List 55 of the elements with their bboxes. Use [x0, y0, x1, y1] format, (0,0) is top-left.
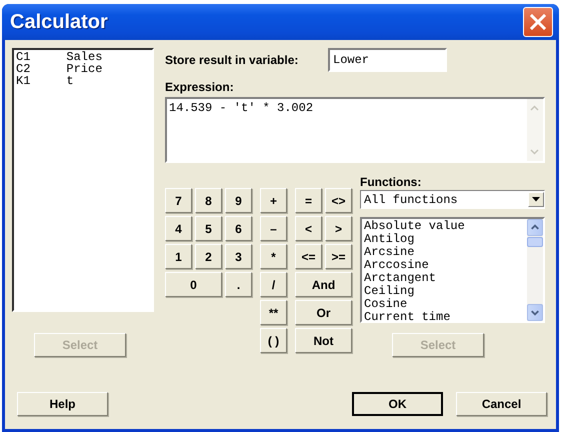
keypad-key[interactable]: 6: [225, 216, 252, 241]
keypad-key[interactable]: .: [225, 272, 252, 297]
scroll-up-button[interactable]: [527, 219, 543, 236]
keypad-key[interactable]: Not: [295, 328, 352, 353]
expression-label: Expression:: [165, 80, 235, 94]
functions-dropdown[interactable]: All functions: [360, 190, 545, 209]
keypad-key[interactable]: 0: [165, 272, 222, 297]
expression-field[interactable]: 14.539 - 't' * 3.002: [165, 97, 545, 163]
keypad-key[interactable]: /: [260, 272, 287, 297]
dialog-button[interactable]: Help: [17, 392, 108, 416]
functions-list[interactable]: Absolute value Antilog Arcsine Arccosine Arctangent Ceiling Cosine Current time: [360, 217, 545, 323]
keypad-key[interactable]: 1: [165, 244, 192, 269]
window-title: Calculator: [10, 10, 108, 34]
keypad-key[interactable]: <: [295, 216, 322, 241]
keypad-key[interactable]: 5: [195, 216, 222, 241]
keypad-key[interactable]: <=: [295, 244, 322, 269]
variable-list[interactable]: C1 Sales C2 Price K1 t: [12, 48, 154, 312]
store-result-label: Store result in variable:: [165, 53, 300, 67]
scroll-thumb[interactable]: [527, 237, 543, 247]
scroll-down-button[interactable]: [527, 304, 543, 321]
variable-item[interactable]: C1 Sales: [16, 51, 150, 63]
dialog-button[interactable]: Cancel: [456, 392, 547, 416]
functions-label: Functions:: [360, 175, 422, 189]
close-icon[interactable]: [523, 7, 553, 37]
store-variable-field[interactable]: Lower: [328, 48, 447, 72]
keypad-key[interactable]: >: [325, 216, 352, 241]
function-item[interactable]: Arcsine: [364, 246, 525, 259]
function-item[interactable]: Ceiling: [364, 285, 525, 298]
keypad-key[interactable]: 8: [195, 188, 222, 213]
keypad-key[interactable]: +: [260, 188, 287, 213]
scrollbar[interactable]: [527, 219, 543, 321]
function-item[interactable]: Arccosine: [364, 259, 525, 272]
keypad-key[interactable]: *: [260, 244, 287, 269]
keypad-key[interactable]: 9: [225, 188, 252, 213]
function-item[interactable]: Cosine: [364, 298, 525, 311]
keypad-key[interactable]: –: [260, 216, 287, 241]
keypad-key[interactable]: And: [295, 272, 352, 297]
function-item[interactable]: Arctangent: [364, 272, 525, 285]
keypad-key[interactable]: 7: [165, 188, 192, 213]
caret-icon: [532, 197, 540, 202]
keypad-key[interactable]: **: [260, 300, 287, 325]
keypad-key[interactable]: 4: [165, 216, 192, 241]
function-item[interactable]: Absolute value: [364, 220, 525, 233]
function-item[interactable]: Current time: [364, 311, 525, 321]
variable-item[interactable]: C2 Price: [16, 63, 150, 75]
keypad-key[interactable]: <>: [325, 188, 352, 213]
variable-item[interactable]: K1 t: [16, 75, 150, 87]
dialog-button[interactable]: OK: [352, 392, 443, 416]
keypad-key[interactable]: 3: [225, 244, 252, 269]
keypad-key[interactable]: ( ): [260, 328, 287, 353]
keypad-key[interactable]: Or: [295, 300, 352, 325]
keypad-key[interactable]: >=: [325, 244, 352, 269]
keypad-key[interactable]: =: [295, 188, 322, 213]
function-item[interactable]: Antilog: [364, 233, 525, 246]
keypad-key[interactable]: 2: [195, 244, 222, 269]
